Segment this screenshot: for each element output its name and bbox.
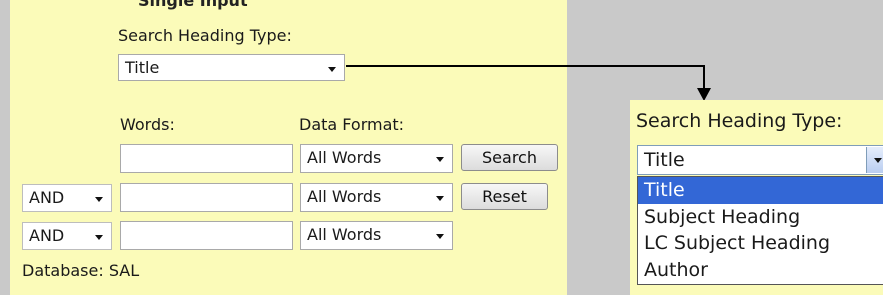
word-input-2[interactable]	[120, 183, 293, 212]
format-value: All Words	[307, 148, 382, 167]
format-value: All Words	[307, 187, 382, 206]
dropdown-arrow-icon	[874, 158, 882, 163]
format-value: All Words	[307, 225, 382, 244]
words-label: Words:	[120, 115, 175, 134]
inset-dropdown-button[interactable]	[866, 147, 883, 173]
operator-select-3[interactable]: AND	[22, 222, 112, 250]
word-input-3[interactable]	[120, 221, 293, 250]
panel-heading: Single Input	[138, 0, 248, 10]
format-select-1[interactable]: All Words	[300, 144, 453, 173]
dropdown-arrow-icon	[436, 234, 444, 239]
heading-type-select[interactable]: Title	[118, 54, 345, 81]
format-select-2[interactable]: All Words	[300, 183, 453, 212]
dropdown-arrow-icon	[95, 235, 103, 240]
zoom-inset-panel: Search Heading Type: Title Title Subject…	[630, 100, 883, 295]
search-button[interactable]: Search	[461, 144, 558, 171]
dropdown-arrow-icon	[436, 196, 444, 201]
inset-options-list: Title Subject Heading LC Subject Heading…	[637, 176, 883, 285]
dropdown-arrow-icon	[95, 197, 103, 202]
inset-heading-type-select[interactable]: Title	[637, 145, 883, 175]
reset-button[interactable]: Reset	[461, 183, 548, 210]
operator-select-2[interactable]: AND	[22, 184, 112, 212]
inset-heading-type-label: Search Heading Type:	[636, 110, 843, 132]
dropdown-arrow-icon	[436, 157, 444, 162]
option-author[interactable]: Author	[638, 257, 883, 284]
option-subject-heading[interactable]: Subject Heading	[638, 204, 883, 231]
search-form-panel: Single Input Search Heading Type: Title …	[10, 0, 567, 295]
option-title[interactable]: Title	[638, 177, 883, 204]
data-format-label: Data Format:	[299, 115, 405, 134]
word-input-1[interactable]	[120, 144, 293, 173]
heading-type-value: Title	[125, 58, 160, 77]
operator-value: AND	[29, 188, 65, 207]
dropdown-arrow-icon	[328, 67, 336, 72]
heading-type-label: Search Heading Type:	[118, 26, 292, 45]
format-select-3[interactable]: All Words	[300, 221, 453, 250]
operator-value: AND	[29, 226, 65, 245]
inset-selected-value: Title	[644, 149, 685, 171]
database-text: Database: SAL	[22, 261, 140, 280]
option-lc-subject-heading[interactable]: LC Subject Heading	[638, 230, 883, 257]
